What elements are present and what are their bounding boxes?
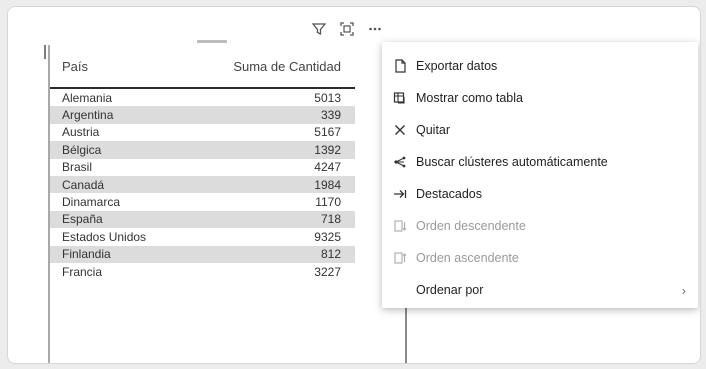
highlight-icon xyxy=(392,186,408,202)
menu-item-label: Ordenar por xyxy=(416,283,484,297)
table-row[interactable]: España 718 xyxy=(50,210,355,229)
table-row[interactable]: Francia 3227 xyxy=(50,263,355,280)
cell-suma: 339 xyxy=(320,108,341,123)
cell-pais: Canadá xyxy=(62,177,105,192)
close-icon xyxy=(392,122,408,138)
sort-ascending-icon xyxy=(392,250,408,266)
cell-suma: 1392 xyxy=(314,142,341,157)
cell-pais: Dinamarca xyxy=(62,195,121,210)
column-header-suma[interactable]: Suma de Cantidad xyxy=(233,59,341,74)
menu-item-orden-descendente: Orden descendente xyxy=(382,212,698,240)
report-canvas: País Suma de Cantidad Alemania 5013 Argent… xyxy=(7,6,701,364)
cell-suma: 3227 xyxy=(314,264,341,279)
cell-pais: Finlandia xyxy=(62,247,111,262)
data-table: País Suma de Cantidad Alemania 5013 Argent… xyxy=(48,45,355,363)
cell-pais: Alemania xyxy=(62,90,113,105)
menu-item-label: Orden ascendente xyxy=(416,251,519,265)
resize-handle-top[interactable] xyxy=(197,40,227,43)
chevron-right-icon: › xyxy=(681,283,686,298)
menu-item-ordenar-por[interactable]: Ordenar por › xyxy=(382,276,698,304)
cell-suma: 1170 xyxy=(315,195,341,210)
table-body: Alemania 5013 Argentina 339 Austria 5167 Bélgi… xyxy=(50,89,355,280)
table-row[interactable]: Finlandia 812 xyxy=(50,245,355,263)
menu-item-label: Orden descendente xyxy=(416,219,526,233)
cell-pais: Austria xyxy=(62,125,100,140)
menu-item-buscar-clusteres-automaticamente[interactable]: Buscar clústeres automáticamente xyxy=(382,148,698,176)
menu-item-exportar-datos[interactable]: Exportar datos xyxy=(382,52,698,80)
menu-item-label: Quitar xyxy=(416,123,451,137)
table-row[interactable]: Estados Unidos 9325 xyxy=(50,228,355,245)
sort-descending-icon xyxy=(392,218,408,234)
menu-item-quitar[interactable]: Quitar xyxy=(382,116,698,144)
table-row[interactable]: Canadá 1984 xyxy=(50,175,355,194)
resize-corner[interactable] xyxy=(44,45,46,59)
cell-suma: 5013 xyxy=(314,90,341,105)
cell-pais: Francia xyxy=(62,264,103,279)
focus-mode-icon[interactable] xyxy=(339,21,355,37)
cell-pais: España xyxy=(62,212,103,227)
table-row[interactable]: Brasil 4247 xyxy=(50,159,355,176)
cluster-icon xyxy=(392,154,408,170)
cell-suma: 718 xyxy=(320,212,341,227)
cell-suma: 9325 xyxy=(314,229,341,244)
menu-item-destacados[interactable]: Destacados xyxy=(382,180,698,208)
cell-suma: 1984 xyxy=(314,177,341,192)
menu-item-orden-ascendente: Orden ascendente xyxy=(382,244,698,272)
cell-pais: Bélgica xyxy=(62,142,102,157)
table-row[interactable]: Austria 5167 xyxy=(50,124,355,141)
table-view-icon xyxy=(392,90,408,106)
menu-item-label: Destacados xyxy=(416,187,483,201)
menu-item-label: Mostrar como tabla xyxy=(416,91,523,105)
more-options-icon[interactable] xyxy=(367,21,383,37)
visual-header xyxy=(311,19,383,39)
cell-suma: 4247 xyxy=(314,160,341,175)
cell-suma: 812 xyxy=(320,247,341,262)
menu-item-label: Buscar clústeres automáticamente xyxy=(416,155,608,169)
cell-pais: Argentina xyxy=(62,108,114,123)
column-header-pais[interactable]: País xyxy=(62,59,88,74)
cell-pais: Estados Unidos xyxy=(62,229,147,244)
table-row[interactable]: Argentina 339 xyxy=(50,106,355,124)
menu-item-mostrar-como-tabla[interactable]: Mostrar como tabla xyxy=(382,84,698,112)
context-menu: Exportar datos Mostrar como tabla Quitar Bu… xyxy=(382,42,698,308)
cell-suma: 5167 xyxy=(314,125,341,140)
cell-pais: Brasil xyxy=(62,160,93,175)
table-row[interactable]: Alemania 5013 xyxy=(50,89,355,106)
menu-item-label: Exportar datos xyxy=(416,59,498,73)
table-row[interactable]: Dinamarca 1170 xyxy=(50,193,355,210)
table-row[interactable]: Bélgica 1392 xyxy=(50,141,355,159)
filter-icon[interactable] xyxy=(311,21,327,37)
export-icon xyxy=(392,58,408,74)
table-header: País Suma de Cantidad xyxy=(50,45,355,89)
